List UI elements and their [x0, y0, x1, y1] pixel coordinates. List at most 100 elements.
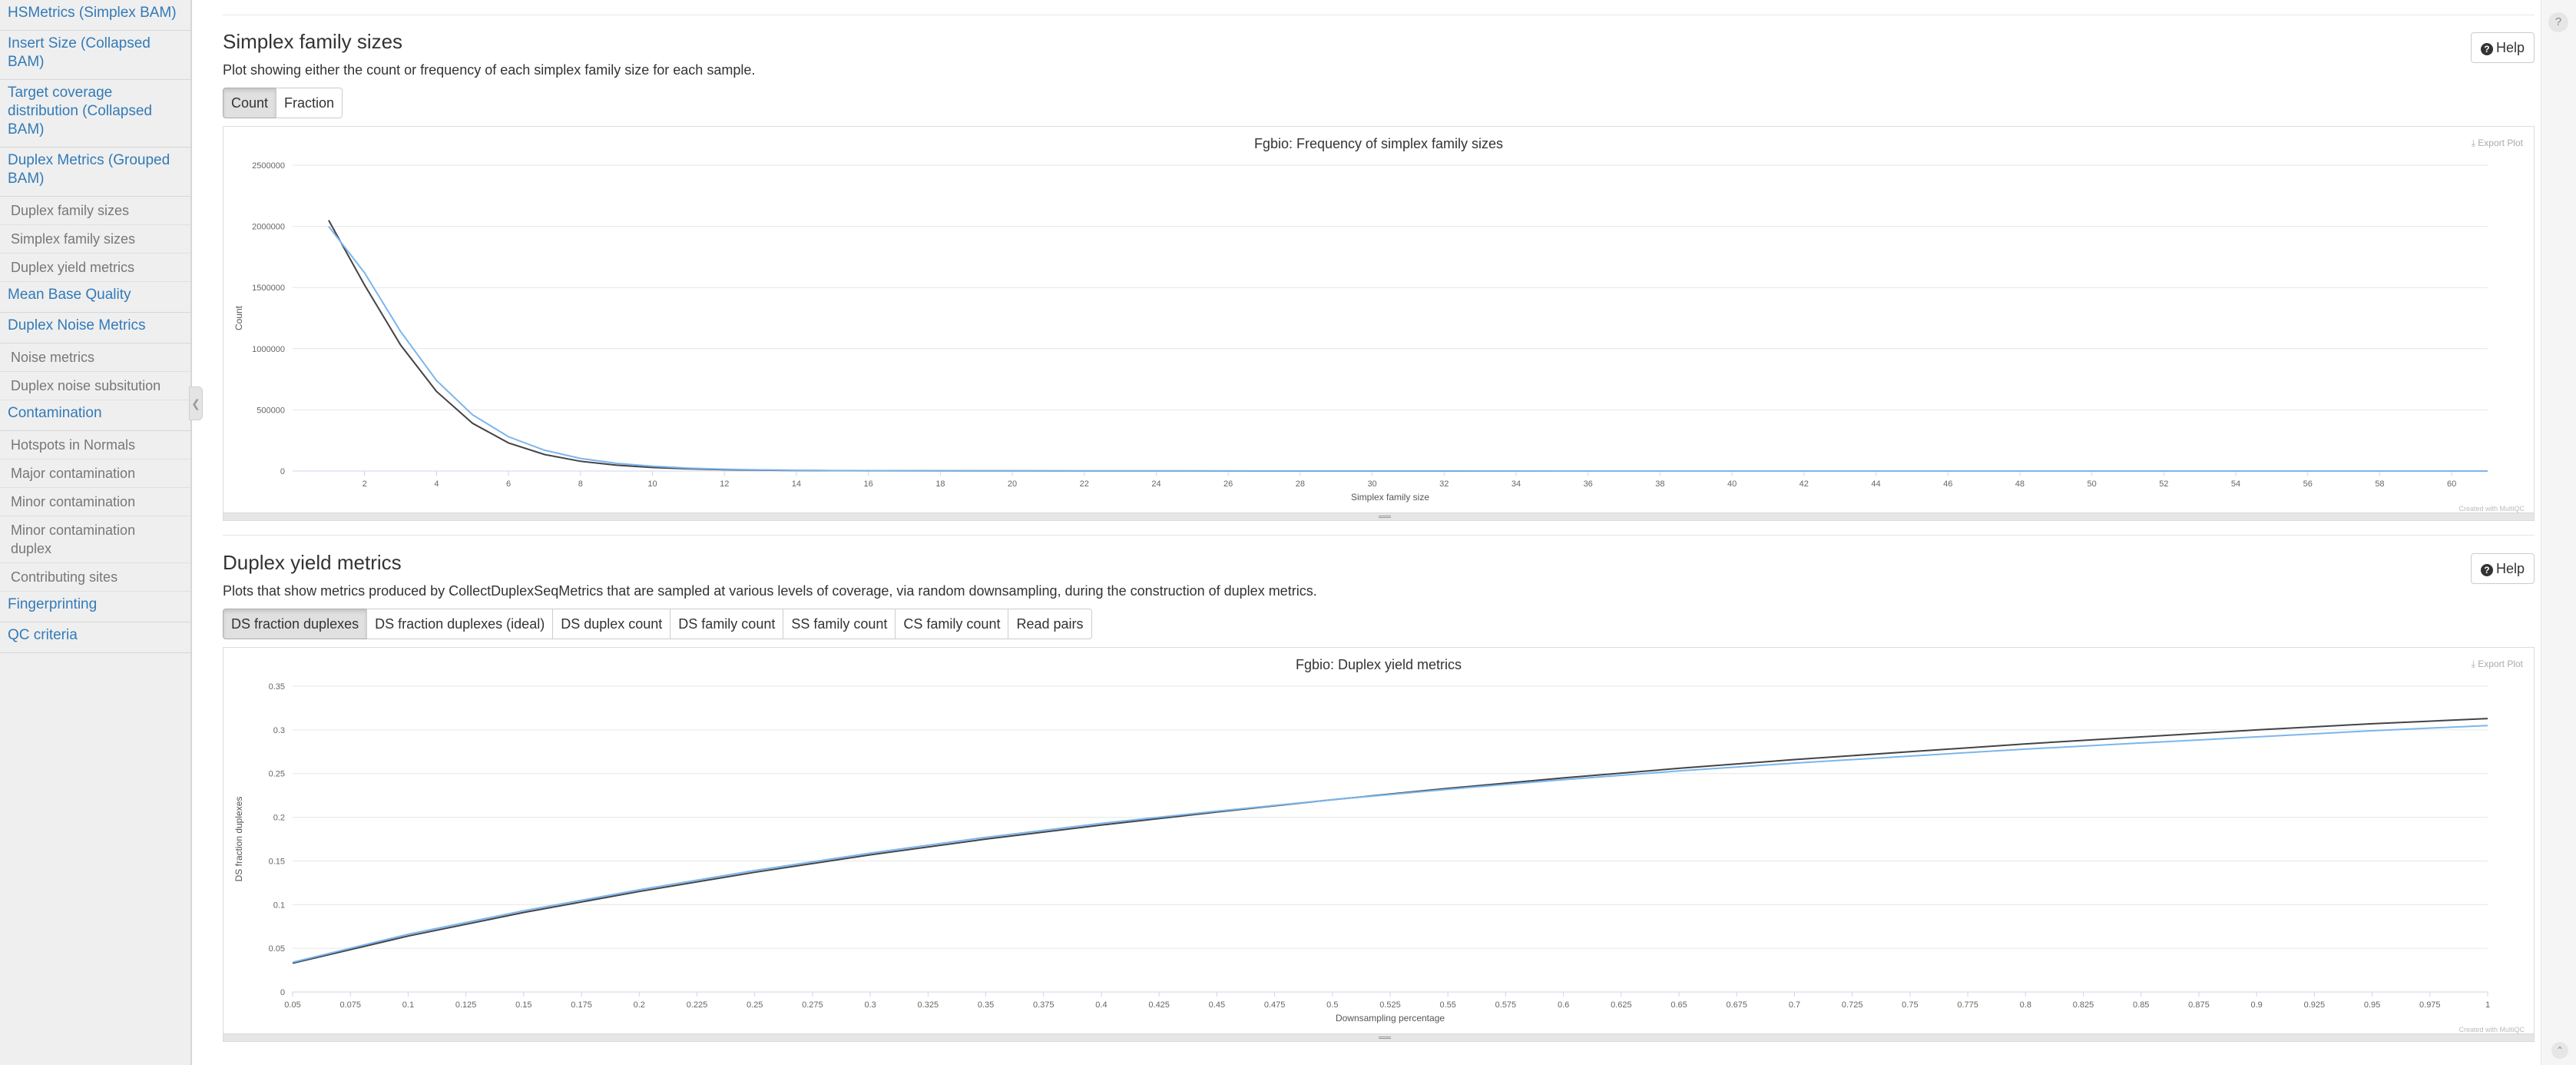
series-line-1 — [292, 718, 2488, 964]
x-tick-label: 0.675 — [1726, 1000, 1747, 1010]
x-tick-label: 0.75 — [1902, 1000, 1918, 1010]
x-tick-label: 0.2 — [634, 1000, 645, 1010]
x-tick-label: 16 — [864, 479, 873, 489]
x-tick-label: 32 — [1439, 479, 1449, 489]
section-divider — [223, 535, 2535, 536]
x-tick-label: 18 — [935, 479, 945, 489]
x-tick-label: 4 — [434, 479, 439, 489]
plot-toggle-button[interactable]: Read pairs — [1008, 609, 1092, 639]
x-tick-label: 50 — [2087, 479, 2096, 489]
x-tick-label: 6 — [506, 479, 511, 489]
sidebar-item[interactable]: Simplex family sizes — [0, 225, 190, 254]
section-description: Plots that show metrics produced by Coll… — [223, 583, 1317, 599]
x-tick-label: 34 — [1511, 479, 1521, 489]
sidebar-item[interactable]: Target coverage distribution (Collapsed … — [0, 80, 190, 148]
sidebar-collapse-handle[interactable]: ❮ — [189, 387, 203, 420]
sidebar-item[interactable]: Duplex family sizes — [0, 197, 190, 225]
right-toolbar: ? ⌃ — [2541, 0, 2576, 1065]
x-tick-label: 0.525 — [1379, 1000, 1401, 1010]
x-tick-label: 8 — [578, 479, 583, 489]
x-tick-label: 0.45 — [1209, 1000, 1225, 1010]
help-button[interactable]: ? Help — [2470, 553, 2535, 584]
sidebar-item[interactable]: HSMetrics (Simplex BAM) — [0, 0, 190, 31]
plot-toggle-button[interactable]: SS family count — [783, 609, 896, 639]
x-tick-label: 60 — [2447, 479, 2456, 489]
x-tick-label: 0.875 — [2188, 1000, 2210, 1010]
y-tick-label: 0.3 — [273, 726, 285, 735]
x-tick-label: 58 — [2375, 479, 2384, 489]
x-tick-label: 14 — [792, 479, 801, 489]
x-tick-label: 12 — [720, 479, 729, 489]
x-tick-label: 0.325 — [918, 1000, 939, 1010]
x-axis-label: Downsampling percentage — [1336, 1013, 1445, 1024]
x-tick-label: 0.575 — [1495, 1000, 1517, 1010]
plot-toggle-button[interactable]: Fraction — [276, 88, 343, 118]
x-tick-label: 0.125 — [455, 1000, 477, 1010]
y-tick-label: 1500000 — [252, 284, 285, 293]
sidebar-item[interactable]: QC criteria — [0, 622, 190, 653]
x-tick-label: 10 — [647, 479, 657, 489]
x-tick-label: 0.25 — [747, 1000, 763, 1010]
simplex-plot-container: Fgbio: Frequency of simplex family sizes… — [223, 126, 2535, 521]
sidebar-item[interactable]: Duplex noise subsitution — [0, 372, 190, 400]
x-tick-label: 0.375 — [1033, 1000, 1055, 1010]
x-tick-label: 0.725 — [1842, 1000, 1863, 1010]
plot-toggle-button[interactable]: DS duplex count — [552, 609, 671, 639]
question-circle-icon: ? — [2480, 43, 2493, 55]
x-tick-label: 0.55 — [1439, 1000, 1455, 1010]
x-tick-label: 38 — [1655, 479, 1664, 489]
plot-toggle-button[interactable]: Count — [223, 88, 277, 118]
sidebar-item[interactable]: Insert Size (Collapsed BAM) — [0, 31, 190, 80]
plot-resize-handle[interactable] — [223, 1033, 2534, 1041]
sidebar-item[interactable]: Hotspots in Normals — [0, 431, 190, 460]
sidebar-item[interactable]: Minor contamination duplex — [0, 516, 190, 563]
y-axis-label: DS fraction duplexes — [233, 797, 244, 882]
x-tick-label: 20 — [1008, 479, 1017, 489]
help-button[interactable]: ? Help — [2470, 32, 2535, 63]
plot-toggle-button[interactable]: DS fraction duplexes (ideal) — [366, 609, 554, 639]
sidebar-item[interactable]: Duplex Metrics (Grouped BAM) — [0, 148, 190, 197]
x-tick-label: 0.475 — [1264, 1000, 1286, 1010]
sidebar-item[interactable]: Contributing sites — [0, 563, 190, 592]
y-tick-label: 1000000 — [252, 345, 285, 354]
plot-resize-handle[interactable] — [223, 513, 2534, 520]
plot-toggle-button[interactable]: CS family count — [895, 609, 1009, 639]
x-tick-label: 0.3 — [864, 1000, 876, 1010]
plot-toggle-button[interactable]: DS fraction duplexes — [223, 609, 368, 639]
x-tick-label: 44 — [1871, 479, 1880, 489]
sidebar-item[interactable]: Noise metrics — [0, 343, 190, 372]
plot-toggle-button[interactable]: DS family count — [670, 609, 784, 639]
chart-credit: Created with MultiQC — [2458, 1026, 2525, 1033]
question-circle-icon[interactable]: ? — [2548, 12, 2568, 32]
x-tick-label: 0.225 — [687, 1000, 708, 1010]
x-tick-label: 26 — [1223, 479, 1233, 489]
x-tick-label: 0.9 — [2251, 1000, 2263, 1010]
y-tick-label: 0.35 — [269, 682, 285, 692]
question-circle-icon: ? — [2480, 564, 2493, 576]
x-tick-label: 1 — [2485, 1000, 2490, 1010]
sidebar-item[interactable]: Mean Base Quality — [0, 282, 190, 313]
sidebar-item[interactable]: Minor contamination — [0, 488, 190, 516]
y-tick-label: 0.2 — [273, 814, 285, 823]
x-tick-label: 42 — [1800, 479, 1809, 489]
chevron-left-icon: ❮ — [191, 397, 200, 410]
chevron-up-icon[interactable]: ⌃ — [2551, 1042, 2568, 1059]
sidebar-item[interactable]: Duplex yield metrics — [0, 254, 190, 282]
duplex-yield-metrics-section: Duplex yield metrics Plots that show met… — [223, 550, 2535, 639]
y-tick-label: 500000 — [257, 406, 285, 415]
x-tick-label: 22 — [1080, 479, 1089, 489]
x-tick-label: 0.825 — [2073, 1000, 2094, 1010]
y-tick-label: 0 — [280, 988, 285, 997]
x-tick-label: 0.275 — [802, 1000, 823, 1010]
y-axis-label: Count — [233, 305, 244, 330]
sidebar-item[interactable]: Contamination — [0, 400, 190, 431]
y-tick-label: 2500000 — [252, 161, 285, 171]
sidebar-item[interactable]: Duplex Noise Metrics — [0, 313, 190, 343]
x-tick-label: 0.85 — [2133, 1000, 2149, 1010]
sidebar-item[interactable]: Major contamination — [0, 460, 190, 488]
x-tick-label: 0.175 — [571, 1000, 592, 1010]
sidebar-item[interactable]: Fingerprinting — [0, 592, 190, 622]
x-tick-label: 30 — [1367, 479, 1376, 489]
simplex-family-chart: 050000010000001500000200000025000002 4 6 8 1… — [233, 161, 2488, 503]
x-tick-label: 0.95 — [2364, 1000, 2380, 1010]
